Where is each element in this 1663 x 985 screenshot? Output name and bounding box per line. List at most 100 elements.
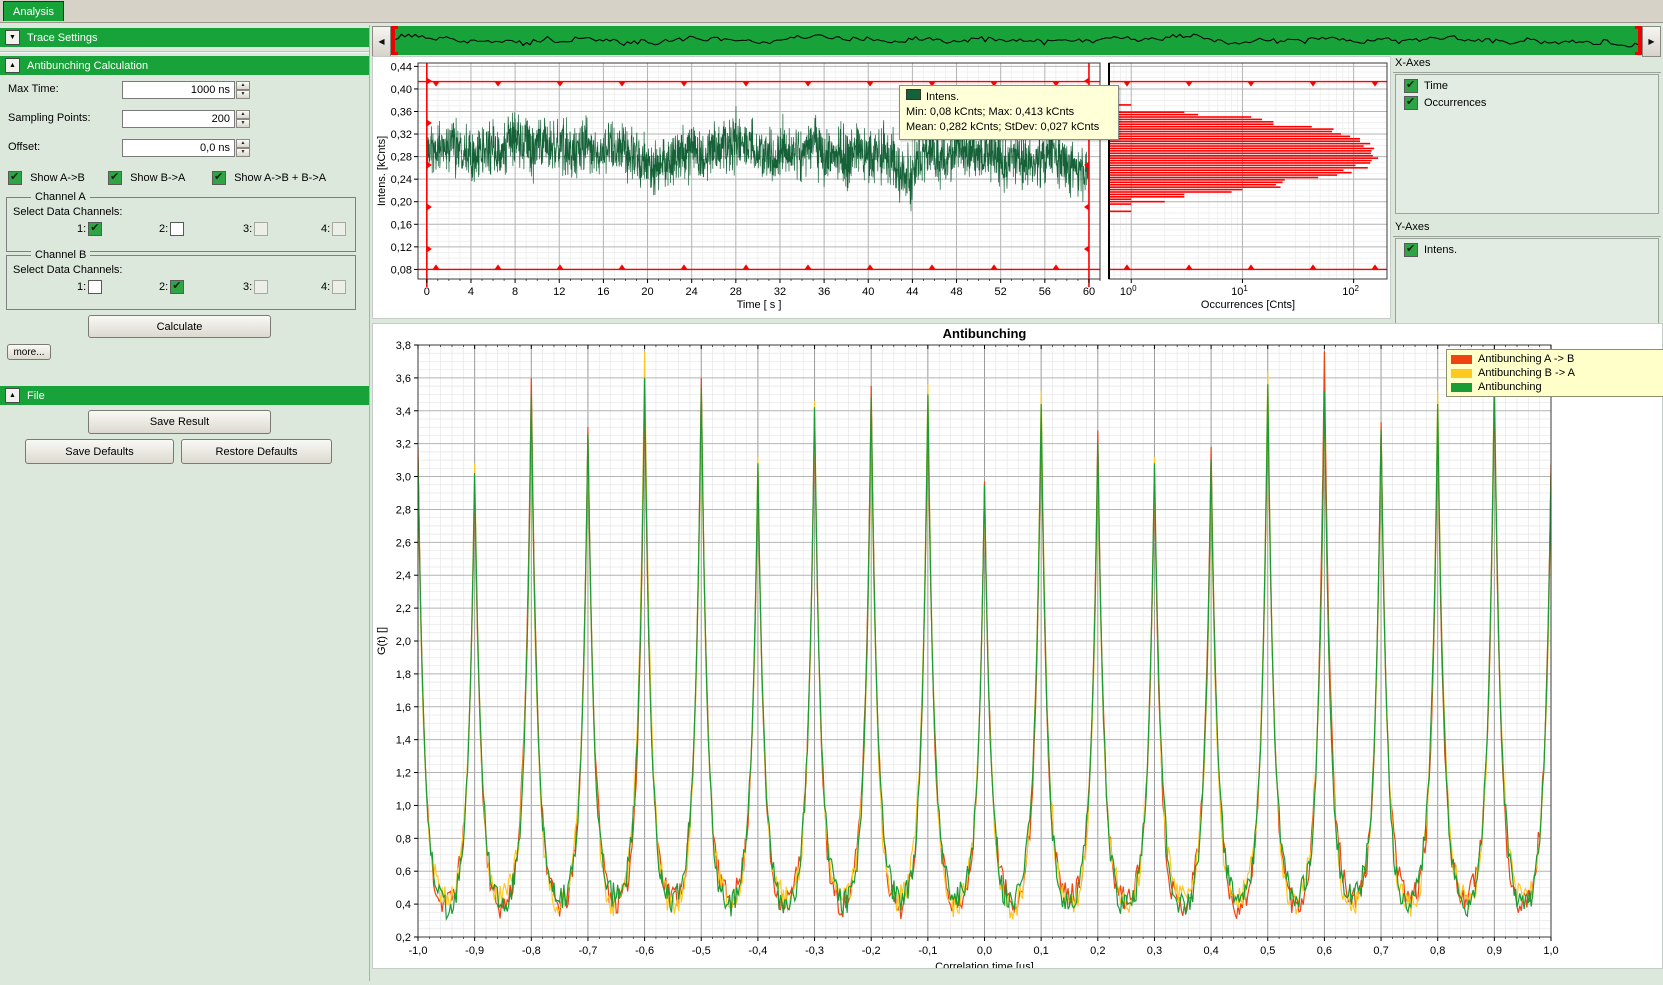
max-time-row: Max Time: ▲▼ [0, 81, 369, 99]
svg-text:-0,6: -0,6 [635, 945, 654, 957]
intensity-trace-plot[interactable]: 048121620242832364044485256600,080,120,1… [373, 57, 1390, 318]
legend-item: Antibunching B -> A [1451, 366, 1662, 380]
x-axes-box: Time Occurrences [1395, 74, 1659, 214]
save-result-button[interactable]: Save Result [88, 410, 271, 434]
spinner-down-icon[interactable]: ▼ [236, 90, 250, 99]
antibunching-header[interactable]: ▲ Antibunching Calculation [0, 56, 369, 75]
svg-text:0,3: 0,3 [1147, 945, 1162, 957]
offset-field[interactable] [122, 139, 235, 157]
svg-text:0,9: 0,9 [1487, 945, 1502, 957]
collapse-up-icon[interactable]: ▲ [5, 388, 20, 403]
svg-text:3,0: 3,0 [396, 472, 411, 484]
channel-a-3-checkbox[interactable] [254, 222, 268, 236]
spinner-down-icon[interactable]: ▼ [236, 119, 250, 128]
legend-swatch-icon [1451, 355, 1472, 364]
sampling-points-stepper: ▲▼ [236, 110, 250, 128]
tab-analysis[interactable]: Analysis [3, 1, 64, 21]
max-time-field[interactable] [122, 81, 235, 99]
overview-trace[interactable] [391, 26, 1642, 55]
file-header[interactable]: ▲ File [0, 386, 369, 405]
sampling-points-row: Sampling Points: ▲▼ [0, 110, 369, 128]
sampling-points-field[interactable] [122, 110, 235, 128]
range-end-handle[interactable] [1635, 26, 1642, 55]
y-axes-box: Intens. [1395, 238, 1659, 336]
svg-text:1,4: 1,4 [396, 735, 411, 747]
svg-text:1,8: 1,8 [396, 669, 411, 681]
show-ba-checkbox[interactable] [108, 171, 122, 185]
restore-defaults-button[interactable]: Restore Defaults [181, 439, 332, 464]
time-axis-label: Time [1424, 80, 1448, 92]
max-time-stepper: ▲▼ [236, 81, 250, 99]
svg-text:20: 20 [641, 286, 653, 298]
svg-text:16: 16 [597, 286, 609, 298]
svg-text:0,32: 0,32 [391, 129, 412, 141]
legend-swatch-icon [1451, 369, 1472, 378]
svg-text:-0,2: -0,2 [862, 945, 881, 957]
series-swatch-icon [906, 89, 921, 100]
antibunching-canvas: -1,0-0,9-0,8-0,7-0,6-0,5-0,4-0,3-0,2-0,1… [372, 323, 1663, 969]
antibunching-plot[interactable]: -1,0-0,9-0,8-0,7-0,6-0,5-0,4-0,3-0,2-0,1… [373, 324, 1662, 968]
channel-b-2-checkbox[interactable] [170, 280, 184, 294]
svg-text:0,20: 0,20 [391, 197, 412, 209]
svg-text:2,8: 2,8 [396, 504, 411, 516]
channel-b-4-checkbox[interactable] [332, 280, 346, 294]
spinner-up-icon[interactable]: ▲ [236, 81, 250, 90]
trace-settings-header[interactable]: ▼ Trace Settings [0, 28, 369, 47]
svg-text:Time [ s ]: Time [ s ] [737, 299, 782, 311]
collapse-up-icon[interactable]: ▲ [5, 58, 20, 73]
offset-row: Offset: ▲▼ [0, 139, 369, 157]
svg-text:-1,0: -1,0 [409, 945, 428, 957]
more-button[interactable]: more... [7, 344, 51, 360]
svg-text:24: 24 [686, 286, 698, 298]
plot-area: ◀ ▶ 048121620242832364044485256600,080,1… [370, 25, 1663, 985]
svg-text:0,36: 0,36 [391, 107, 412, 119]
svg-text:0,40: 0,40 [391, 84, 412, 96]
svg-text:Antibunching: Antibunching [943, 326, 1027, 341]
select-channels-label: Select Data Channels: [13, 264, 122, 276]
save-defaults-button[interactable]: Save Defaults [25, 439, 174, 464]
channel-b-3-checkbox[interactable] [254, 280, 268, 294]
svg-text:0,1: 0,1 [1034, 945, 1049, 957]
svg-text:48: 48 [950, 286, 962, 298]
scroll-right-button[interactable]: ▶ [1642, 26, 1661, 57]
occurrences-axis-checkbox[interactable] [1404, 96, 1418, 110]
show-ba-label: Show B->A [130, 172, 185, 184]
offset-stepper: ▲▼ [236, 139, 250, 157]
channel-a-4-checkbox[interactable] [332, 222, 346, 236]
calculate-button[interactable]: Calculate [88, 315, 271, 338]
svg-text:0,44: 0,44 [391, 61, 412, 73]
svg-text:8: 8 [512, 286, 518, 298]
sampling-points-label: Sampling Points: [8, 112, 91, 124]
spinner-up-icon[interactable]: ▲ [236, 139, 250, 148]
legend-item: Antibunching A -> B [1451, 352, 1662, 366]
collapse-down-icon[interactable]: ▼ [5, 30, 20, 45]
svg-text:3,4: 3,4 [396, 406, 411, 418]
scroll-left-button[interactable]: ◀ [372, 26, 391, 57]
svg-text:60: 60 [1083, 286, 1095, 298]
svg-text:4: 4 [468, 286, 474, 298]
channel-a-2-checkbox[interactable] [170, 222, 184, 236]
channel-a-1-checkbox[interactable] [88, 222, 102, 236]
spinner-down-icon[interactable]: ▼ [236, 148, 250, 157]
legend-label: Antibunching A -> B [1478, 353, 1574, 365]
svg-text:0: 0 [424, 286, 430, 298]
range-start-handle[interactable] [391, 26, 398, 55]
svg-text:2,2: 2,2 [396, 603, 411, 615]
occurrences-axis-label: Occurrences [1424, 97, 1486, 109]
tooltip-series-name: Intens. [926, 91, 959, 103]
intens-axis-checkbox[interactable] [1404, 243, 1418, 257]
offset-label: Offset: [8, 141, 40, 153]
svg-text:Occurrences [Cnts]: Occurrences [Cnts] [1201, 299, 1295, 311]
svg-text:1,2: 1,2 [396, 768, 411, 780]
svg-text:2,0: 2,0 [396, 636, 411, 648]
spinner-up-icon[interactable]: ▲ [236, 110, 250, 119]
show-sum-checkbox[interactable] [212, 171, 226, 185]
show-ab-checkbox[interactable] [8, 171, 22, 185]
svg-text:Correlation time [µs]: Correlation time [µs] [935, 961, 1034, 968]
overview-strip: ◀ ▶ [372, 26, 1661, 55]
svg-text:3,2: 3,2 [396, 439, 411, 451]
time-axis-checkbox[interactable] [1404, 79, 1418, 93]
x-axes-title: X-Axes [1393, 56, 1661, 73]
channel-b-1-checkbox[interactable] [88, 280, 102, 294]
svg-text:2,6: 2,6 [396, 537, 411, 549]
